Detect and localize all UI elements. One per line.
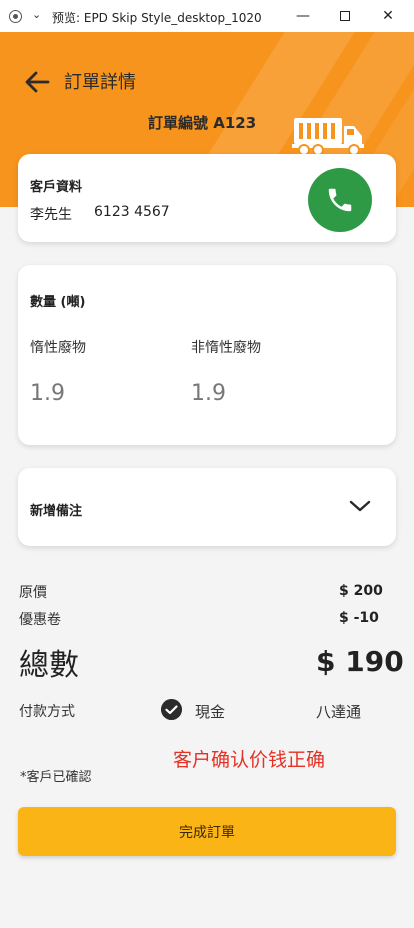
skip-truck-icon [292, 118, 364, 156]
customer-confirmed-text: *客戶已確認 [20, 770, 92, 785]
add-note-title: 新增備注 [30, 504, 83, 519]
original-price-value: $ 200 [339, 583, 383, 599]
check-circle-icon[interactable] [161, 699, 182, 720]
inert-waste-value: 1.9 [30, 381, 65, 406]
inert-waste-label: 惰性廢物 [30, 340, 86, 356]
complete-order-label: 完成訂單 [179, 824, 235, 841]
coupon-value: $ -10 [339, 610, 379, 626]
quantity-section-title: 數量 (噸) [30, 295, 86, 310]
phone-icon [328, 188, 352, 212]
customer-card: 客戶資料 李先生 6123 4567 [18, 154, 396, 242]
non-inert-waste-label: 非惰性廢物 [191, 340, 261, 356]
non-inert-waste-value: 1.9 [191, 381, 226, 406]
customer-phone: 6123 4567 [94, 204, 170, 220]
minimize-icon: — [296, 8, 310, 24]
total-label: 總數 [19, 648, 79, 683]
customer-name: 李先生 [30, 207, 72, 223]
confirmation-annotation: 客户确认价钱正确 [173, 749, 326, 771]
maximize-icon [340, 11, 350, 21]
chevron-down-icon[interactable] [348, 496, 372, 516]
payment-option-octopus[interactable]: 八達通 [316, 701, 361, 722]
call-button[interactable] [308, 168, 372, 232]
window-title: 预览: EPD Skip Style_desktop_1020 [52, 11, 262, 25]
original-price-label: 原價 [19, 585, 47, 601]
total-value: $ 190 [316, 645, 404, 678]
close-button[interactable]: ✕ [366, 0, 410, 32]
customer-section-title: 客戶資料 [30, 180, 83, 195]
minimize-button[interactable]: — [281, 0, 325, 32]
complete-order-button[interactable]: 完成訂單 [18, 807, 396, 856]
quantity-card: 數量 (噸) 惰性廢物 非惰性廢物 1.9 1.9 [18, 265, 396, 445]
order-number: 訂單編號 A123 [148, 114, 257, 132]
back-arrow-icon[interactable] [24, 70, 50, 94]
coupon-label: 優惠卷 [19, 612, 61, 628]
payment-option-cash[interactable]: 現金 [195, 701, 225, 722]
chevron-down-icon[interactable]: ⌄ [32, 8, 41, 21]
page-title: 訂單詳情 [64, 72, 136, 93]
app-icon [9, 10, 22, 23]
maximize-button[interactable] [323, 0, 367, 32]
window-titlebar: ⌄ 预览: EPD Skip Style_desktop_1020 — ✕ [0, 0, 414, 32]
payment-method-label: 付款方式 [19, 704, 75, 720]
add-note-card[interactable]: 新增備注 [18, 468, 396, 546]
close-icon: ✕ [382, 8, 394, 24]
